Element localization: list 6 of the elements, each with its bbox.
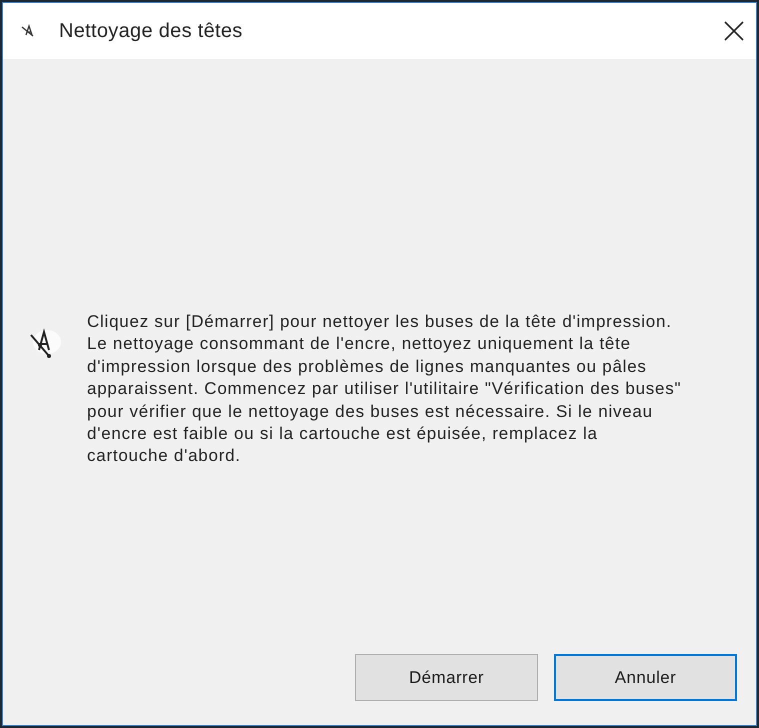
window-title: Nettoyage des têtes (59, 20, 243, 42)
instruction-text: Cliquez sur [Démarrer] pour nettoyer les buses de la tête d'impression. Le nettoyage consommant de l'encre, nettoyez uniquement la tête d'impression lorsque des problèmes de lignes manquantes ou pâles apparaissent. Commencez par utiliser l'utilitaire "Vérification des buses" pour vérifier que le nettoyage des buses est nécessaire. Si le niveau d'encre est faible ou si la cartouche est épuisée, remplacez la cartouche d'abord. (87, 311, 682, 468)
close-icon[interactable] (724, 21, 744, 41)
print-head-icon (21, 24, 35, 38)
cancel-button[interactable]: Annuler (554, 654, 737, 701)
start-button[interactable]: Démarrer (355, 654, 538, 701)
